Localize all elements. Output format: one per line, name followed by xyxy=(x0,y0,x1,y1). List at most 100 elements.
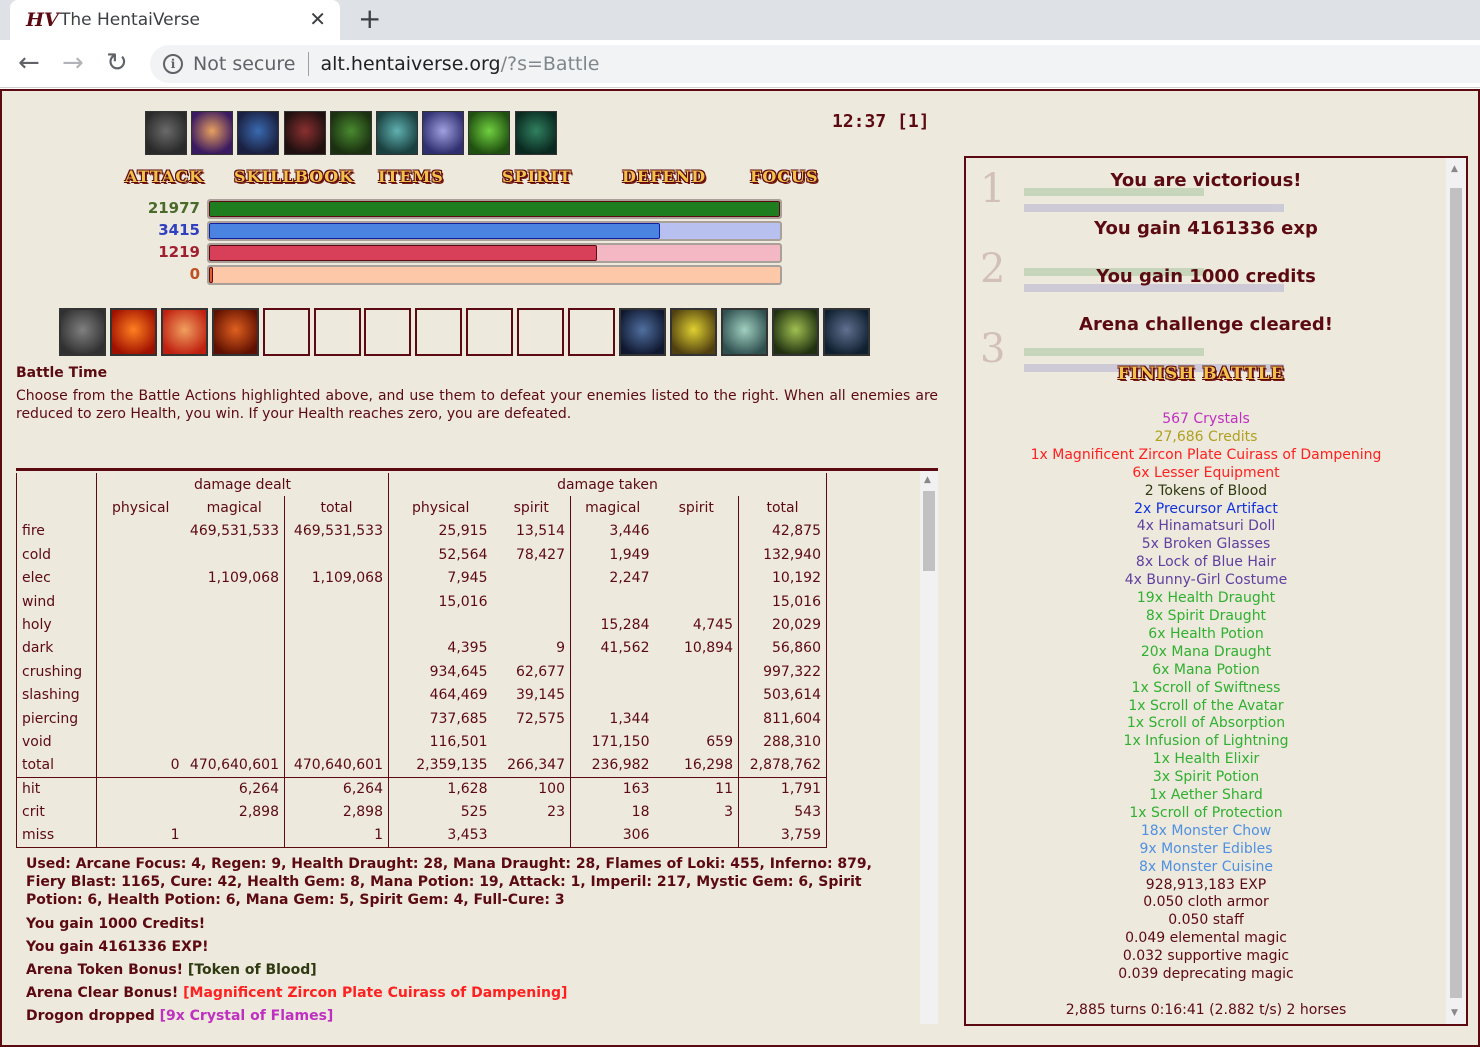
loot-item: 0.032 supportive magic xyxy=(1122,948,1290,965)
battle-title: Battle Time xyxy=(16,365,108,381)
stats-cell xyxy=(97,730,185,753)
stats-cell: 1 xyxy=(96,823,185,848)
stats-cell xyxy=(96,776,185,801)
loot-item: 1x Health Elixir xyxy=(1152,751,1260,768)
new-tab-icon[interactable]: + xyxy=(358,2,381,35)
magic-bar xyxy=(207,221,782,241)
defend-button[interactable]: DEFEND xyxy=(622,167,706,186)
overcharge-value: 0 xyxy=(189,265,200,283)
stats-scrollbar[interactable]: ▲ xyxy=(920,471,938,1024)
stats-column-header: physical magical total physical spirit magica… xyxy=(16,496,827,520)
empty-effect-slot xyxy=(517,308,565,356)
loot-item: 0.050 staff xyxy=(1168,912,1244,929)
stats-cell xyxy=(389,613,493,636)
stats-cell: 469,531,533 xyxy=(184,519,285,544)
clear-bonus-item: [Magnificent Zircon Plate Cuirass of Dam… xyxy=(183,985,568,1001)
skill-icon-7[interactable] xyxy=(422,111,465,155)
skill-icon-6[interactable] xyxy=(376,111,418,155)
effect-icon-15[interactable] xyxy=(771,308,819,356)
stats-cell: 288,310 xyxy=(738,730,827,754)
stats-cell xyxy=(97,567,185,590)
skill-icon-8[interactable] xyxy=(468,111,511,155)
stats-cell xyxy=(492,823,571,848)
effect-icon-12[interactable] xyxy=(618,308,666,356)
skill-icon-3[interactable] xyxy=(237,111,280,155)
drop-label: Drogon dropped xyxy=(26,1008,160,1024)
skill-icon-1[interactable] xyxy=(145,111,187,155)
effect-icon-3[interactable] xyxy=(160,308,208,356)
stats-cell xyxy=(284,589,389,614)
browser-tab[interactable]: HV The HentaiVerse ✕ xyxy=(10,0,340,40)
stats-cell: 2,898 xyxy=(284,800,389,824)
stats-cell: 11 xyxy=(654,776,739,801)
table-row: wind 15,016 15,016 xyxy=(16,589,827,614)
battle-summary: 2,885 turns 0:16:41 (2.882 t/s) 2 horses xyxy=(1065,1002,1347,1018)
stats-row-label: fire xyxy=(16,519,97,544)
address-bar[interactable]: i Not secure alt.hentaiverse.org/?s=Batt… xyxy=(150,45,1480,83)
panel-scrollbar[interactable]: ▲ ▼ xyxy=(1446,158,1466,1024)
effect-icon-16[interactable] xyxy=(822,308,870,356)
skill-icon-2[interactable] xyxy=(191,111,234,155)
stats-cell: total xyxy=(284,496,389,520)
skill-icon-4[interactable] xyxy=(283,111,326,155)
stats-row-label: crit xyxy=(16,800,97,824)
stats-cell: 15,016 xyxy=(438,593,488,610)
log-token-bonus: Arena Token Bonus! [Token of Blood] xyxy=(26,961,906,979)
battle-timer: 12:37 [1] xyxy=(832,111,930,132)
stats-cell: spirit xyxy=(492,496,571,520)
attack-button[interactable]: ATTACK xyxy=(125,167,204,186)
loot-item: 1x Scroll of Absorption xyxy=(1126,715,1286,732)
stats-cell: 78,427 xyxy=(492,543,571,567)
panel-scroll-up-icon[interactable]: ▲ xyxy=(1451,164,1458,174)
finish-battle-button[interactable]: FINISH BATTLE xyxy=(966,364,1436,384)
loot-item: 20x Mana Draught xyxy=(1140,643,1272,660)
panel-scroll-thumb[interactable] xyxy=(1450,188,1462,998)
skillbook-button[interactable]: SKILLBOOK xyxy=(234,167,354,186)
focus-button[interactable]: FOCUS xyxy=(750,167,819,186)
stats-cell xyxy=(571,660,655,683)
skill-icon-9[interactable] xyxy=(514,111,557,155)
health-bar xyxy=(207,199,782,219)
effect-icon-2[interactable] xyxy=(109,308,157,356)
loot-item: 6x Mana Potion xyxy=(1152,661,1260,678)
stats-cell xyxy=(284,543,389,567)
close-tab-icon[interactable]: ✕ xyxy=(309,7,326,31)
table-row: total 0 470,640,601 470,640,601 2,359,135 266… xyxy=(16,753,827,778)
empty-effect-slot xyxy=(415,308,463,356)
empty-effect-slot xyxy=(262,308,310,356)
back-arrow-icon[interactable]: ← xyxy=(18,48,40,78)
stats-cell: 4,745 xyxy=(654,613,739,637)
stats-cell: 236,982 xyxy=(591,757,650,774)
stats-cell: 39,145 xyxy=(492,683,571,707)
loot-item: 1x Aether Shard xyxy=(1149,787,1263,804)
scroll-up-icon[interactable]: ▲ xyxy=(924,475,931,485)
effect-icon-14[interactable] xyxy=(720,308,768,356)
stats-cell xyxy=(184,636,285,661)
loot-item: 2x Precursor Artifact xyxy=(1134,500,1278,517)
items-button[interactable]: ITEMS xyxy=(378,167,444,186)
info-icon[interactable]: i xyxy=(163,54,183,74)
token-bonus-label: Arena Token Bonus! xyxy=(26,962,188,978)
stats-cell: 2,247 xyxy=(609,570,650,587)
stats-cell xyxy=(284,636,389,661)
skill-icon-5[interactable] xyxy=(329,111,372,155)
stats-cell: 737,685 xyxy=(429,710,488,727)
effect-icon-13[interactable] xyxy=(669,308,717,356)
stats-cell: 3 xyxy=(654,800,739,824)
effect-icon-4[interactable] xyxy=(211,308,259,356)
stats-cell xyxy=(284,660,389,684)
overcharge-bar xyxy=(207,265,782,285)
victory-message: You are victorious! xyxy=(1110,170,1302,191)
battle-description: Choose from the Battle Actions highlight… xyxy=(16,388,938,422)
forward-arrow-icon[interactable]: → xyxy=(62,48,84,78)
effect-icon-1[interactable] xyxy=(59,308,106,356)
panel-scroll-down-icon[interactable]: ▼ xyxy=(1451,1008,1458,1018)
stats-row-label: piercing xyxy=(16,706,97,731)
stats-cell: 469,531,533 xyxy=(284,519,389,544)
stats-scroll-thumb[interactable] xyxy=(923,491,935,571)
log-drop: Drogon dropped [9x Crystal of Flames] xyxy=(26,1007,906,1025)
reload-icon[interactable]: ↻ xyxy=(106,48,128,78)
stats-cell xyxy=(654,823,739,848)
url-host: alt.hentaiverse.org xyxy=(320,53,501,75)
spirit-button[interactable]: SPIRIT xyxy=(502,167,572,186)
